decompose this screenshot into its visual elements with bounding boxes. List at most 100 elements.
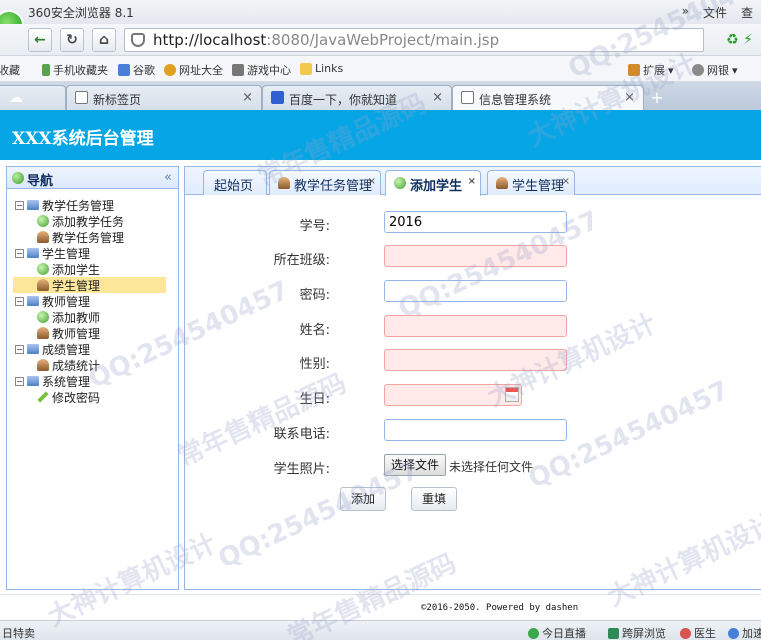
url-host: http://localhost — [153, 31, 267, 49]
url-text: http://localhost:8080/JavaWebProject/mai… — [153, 31, 499, 49]
content-tabs: 起始页 教学任务管理 × 添加学生 × 学生管理 × — [185, 167, 761, 196]
collapse-toggle-icon[interactable]: − — [15, 296, 24, 306]
url-input[interactable]: http://localhost:8080/JavaWebProject/mai… — [124, 28, 704, 52]
collapse-toggle-icon[interactable]: − — [15, 344, 24, 354]
calendar-icon[interactable] — [505, 387, 519, 402]
tab-student-management[interactable]: 学生管理 × — [487, 170, 575, 195]
form-row-class: 所在班级: — [185, 245, 761, 269]
browser-tab-close-button[interactable]: × — [624, 90, 635, 105]
add-icon — [37, 263, 49, 275]
extensions-button[interactable]: 扩展 ▾ — [628, 62, 674, 78]
status-accelerate[interactable]: 加速 — [728, 625, 761, 640]
browser-tab-cloud[interactable]: ☁ — [0, 85, 66, 110]
refresh-icon: ↻ — [66, 32, 78, 48]
view-menu[interactable]: 查 — [741, 4, 753, 21]
bank-icon — [692, 64, 704, 76]
tab-add-student[interactable]: 添加学生 × — [385, 170, 481, 196]
home-icon: ⌂ — [98, 32, 110, 48]
user-icon — [496, 177, 508, 189]
tree-item-add-teaching-task[interactable]: 添加教学任务 — [15, 213, 166, 229]
form-row-student-id: 学号: — [185, 211, 761, 235]
tree-item-score-statistics[interactable]: 成绩统计 — [15, 357, 166, 373]
sites-icon — [164, 64, 176, 76]
tree-item-teacher-management[interactable]: 教师管理 — [15, 325, 166, 341]
folder-icon — [27, 200, 39, 210]
user-icon — [37, 231, 49, 243]
tree-group-students[interactable]: − 学生管理 — [15, 245, 166, 261]
tab-home[interactable]: 起始页 — [203, 170, 267, 195]
titlebar-more-button[interactable]: » — [682, 4, 689, 21]
gender-input[interactable] — [384, 349, 567, 371]
back-button[interactable]: ← — [28, 28, 52, 52]
tree-item-student-management[interactable]: 学生管理 — [13, 277, 166, 293]
tab-teaching-task-management[interactable]: 教学任务管理 × — [269, 170, 381, 195]
gender-label: 性别: — [299, 357, 330, 372]
add-icon — [37, 311, 49, 323]
browser-title: 360安全浏览器 8.1 — [28, 6, 134, 20]
extensions-icon — [628, 64, 640, 76]
home-button[interactable]: ⌂ — [92, 28, 116, 52]
add-icon — [394, 177, 406, 189]
status-cross-screen[interactable]: 跨屏浏览 — [608, 625, 666, 640]
birthday-input[interactable] — [384, 384, 522, 406]
class-input[interactable] — [384, 245, 567, 267]
browser-titlebar: 360安全浏览器 8.1 » 文件 查 — [0, 0, 761, 40]
bookmark-sites[interactable]: 网址大全 — [164, 62, 223, 78]
tree-group-teaching-tasks[interactable]: − 教学任务管理 — [15, 197, 166, 213]
bookmark-favorites[interactable]: 收藏 — [0, 62, 20, 78]
folder-icon — [300, 62, 312, 75]
status-doctor[interactable]: 医生 — [680, 625, 716, 640]
tree-item-add-student[interactable]: 添加学生 — [15, 261, 166, 277]
tree-group-scores[interactable]: − 成绩管理 — [15, 341, 166, 357]
tab-close-button[interactable]: × — [368, 176, 376, 187]
folder-icon — [27, 296, 39, 306]
name-input[interactable] — [384, 315, 567, 337]
new-tab-button[interactable]: + — [646, 88, 668, 108]
phone-input[interactable] — [384, 419, 567, 441]
reset-button[interactable]: 重填 — [411, 487, 457, 511]
browser-tab-newtab[interactable]: 新标签页 × — [66, 85, 262, 110]
tree-item-add-teacher[interactable]: 添加教师 — [15, 309, 166, 325]
form-row-gender: 性别: — [185, 349, 761, 373]
browser-tabstrip: ☁ 新标签页 × 百度一下，你就知道 × 信息管理系统 × + — [0, 82, 761, 110]
bank-button[interactable]: 网银 ▾ — [692, 62, 738, 78]
form-row-password: 密码: — [185, 280, 761, 304]
name-label: 姓名: — [299, 323, 330, 338]
choose-file-button[interactable]: 选择文件 — [384, 454, 447, 476]
collapse-sidebar-button[interactable]: « — [164, 170, 172, 185]
status-daily-sale[interactable]: 日特卖 — [2, 625, 35, 640]
tab-close-button[interactable]: × — [468, 176, 476, 187]
tab-close-button[interactable]: × — [562, 176, 570, 187]
bookmark-games[interactable]: 游戏中心 — [232, 62, 291, 78]
live-icon — [528, 627, 539, 639]
bookmark-links[interactable]: Links — [300, 62, 343, 75]
user-icon — [37, 359, 49, 371]
add-button[interactable]: 添加 — [340, 487, 386, 511]
password-input[interactable] — [384, 280, 567, 302]
navigation-header: 导航 « — [7, 167, 178, 189]
recycle-icon[interactable]: ♻ ⚡ — [726, 32, 753, 48]
bookmark-mobile[interactable]: 手机收藏夹 — [42, 62, 108, 78]
user-icon — [278, 177, 290, 189]
bookmark-google[interactable]: 谷歌 — [118, 62, 155, 78]
app-title: XXX系统后台管理 — [12, 129, 154, 149]
student-id-label: 学号: — [299, 219, 330, 234]
screen-icon — [608, 627, 619, 639]
gamepad-icon — [232, 64, 244, 76]
browser-tab-close-button[interactable]: × — [242, 90, 253, 105]
browser-tab-close-button[interactable]: × — [432, 90, 443, 105]
status-live[interactable]: 今日直播 — [528, 625, 586, 640]
browser-tab-info-system[interactable]: 信息管理系统 × — [452, 85, 644, 110]
collapse-toggle-icon[interactable]: − — [15, 248, 24, 258]
file-menu[interactable]: 文件 — [703, 4, 727, 21]
refresh-button[interactable]: ↻ — [60, 28, 84, 52]
browser-tab-baidu[interactable]: 百度一下，你就知道 × — [262, 85, 452, 110]
collapse-toggle-icon[interactable]: − — [15, 376, 24, 386]
tree-group-teachers[interactable]: − 教师管理 — [15, 293, 166, 309]
tree-group-system[interactable]: − 系统管理 — [15, 373, 166, 389]
student-id-input[interactable] — [384, 211, 567, 233]
collapse-toggle-icon[interactable]: − — [15, 200, 24, 210]
tree-item-teaching-task-management[interactable]: 教学任务管理 — [15, 229, 166, 245]
tree-item-change-password[interactable]: 修改密码 — [15, 389, 166, 405]
address-bar: ← ↻ ⌂ http://localhost:8080/JavaWebProje… — [0, 24, 761, 56]
